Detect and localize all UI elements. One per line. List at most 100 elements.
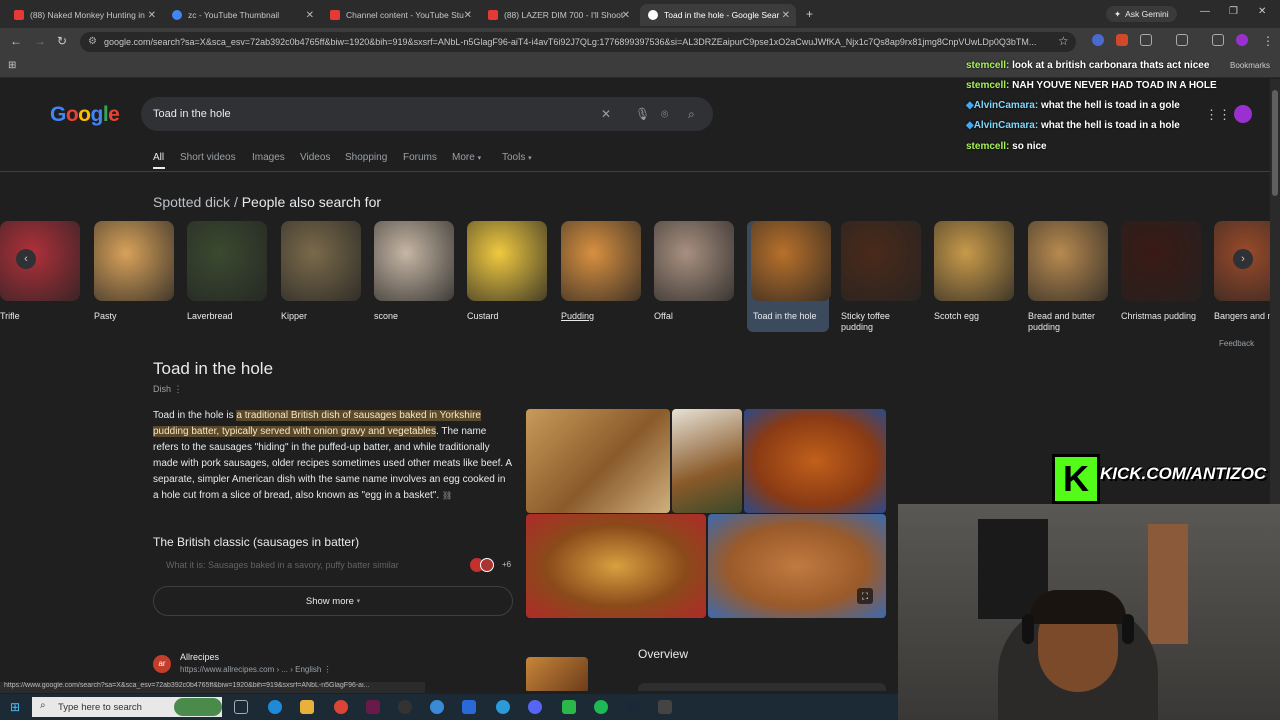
pasf-card[interactable]: Trifle xyxy=(0,221,82,322)
result-site-name[interactable]: Allrecipes xyxy=(180,652,219,662)
dish-image[interactable] xyxy=(744,409,886,513)
app-icon[interactable] xyxy=(562,700,576,714)
tab-shopping[interactable]: Shopping xyxy=(345,152,387,163)
pasf-card[interactable]: Bread and butter pudding xyxy=(1028,221,1110,333)
search-input[interactable]: Toad in the hole ✕ 🎙 ⌾ ⌕ xyxy=(141,97,713,131)
dish-image[interactable] xyxy=(526,409,670,513)
tab-short-videos[interactable]: Short videos xyxy=(180,152,236,163)
pasf-card[interactable]: Scotch egg xyxy=(934,221,1016,322)
tab-more[interactable]: More ▾ xyxy=(452,152,481,163)
close-icon[interactable]: ✕ xyxy=(464,10,472,21)
chat-username: stemcell: xyxy=(966,60,1010,71)
feedback-link[interactable]: Feedback xyxy=(1219,339,1254,348)
tab-images[interactable]: Images xyxy=(252,152,285,163)
ask-gemini-button[interactable]: ✦ Ask Gemini xyxy=(1106,6,1177,22)
app-icon[interactable] xyxy=(430,700,444,714)
account-avatar[interactable] xyxy=(1234,105,1252,123)
chrome-icon[interactable] xyxy=(334,700,348,714)
app-icon[interactable] xyxy=(496,700,510,714)
more-options-icon[interactable]: ⋮ xyxy=(324,665,332,674)
app-icon[interactable] xyxy=(462,700,476,714)
close-icon[interactable]: ✕ xyxy=(622,10,630,21)
pasf-card[interactable]: Sticky toffee pudding xyxy=(841,221,923,333)
bookmark-star-icon[interactable]: ☆ xyxy=(1058,34,1069,48)
file-explorer-icon[interactable] xyxy=(300,700,314,714)
pasf-card[interactable]: Pudding xyxy=(561,221,643,322)
downloads-icon[interactable] xyxy=(1212,34,1224,46)
back-icon[interactable]: ← xyxy=(10,34,22,48)
more-options-icon[interactable]: ⋮ xyxy=(174,384,183,394)
chrome-menu-icon[interactable]: ⋮ xyxy=(1262,34,1274,48)
pasf-card[interactable]: Toad in the hole xyxy=(747,221,831,332)
result-thumbnail[interactable] xyxy=(526,657,588,691)
pasf-card[interactable]: scone xyxy=(374,221,456,322)
chat-username: stemcell: xyxy=(966,141,1010,152)
expand-images-icon[interactable]: ⛶ xyxy=(857,588,873,604)
discord-icon[interactable] xyxy=(528,700,542,714)
tab-3[interactable]: (88) LAZER DIM 700 - I'll Shoot ✕ xyxy=(480,4,636,26)
pasf-card[interactable]: Custard xyxy=(467,221,549,322)
lens-icon[interactable]: ⌾ xyxy=(661,107,668,122)
link-icon[interactable]: ⛓ xyxy=(442,491,452,500)
tab-4-active[interactable]: Toad in the hole - Google Sear ✕ xyxy=(640,4,796,26)
pasf-card[interactable]: Laverbread xyxy=(187,221,269,322)
extension-icon[interactable] xyxy=(1116,34,1128,46)
pasf-card[interactable]: Christmas pudding xyxy=(1121,221,1203,322)
extensions-puzzle-icon[interactable] xyxy=(1140,34,1152,46)
tab-tools[interactable]: Tools ▾ xyxy=(502,152,532,163)
new-tab-icon[interactable]: + xyxy=(806,7,813,21)
chevron-left-icon[interactable]: ‹ xyxy=(16,249,36,269)
tab-all[interactable]: All xyxy=(153,152,164,163)
scrollbar-thumb[interactable] xyxy=(1272,90,1278,196)
maximize-icon[interactable]: ❐ xyxy=(1229,6,1238,17)
tab-forums[interactable]: Forums xyxy=(403,152,437,163)
pasf-card-label: Kipper xyxy=(281,311,308,321)
reading-mode-icon[interactable] xyxy=(1176,34,1188,46)
address-bar[interactable]: ⚙ google.com/search?sa=X&sca_esv=72ab392c… xyxy=(80,32,1076,52)
apps-grid-icon[interactable]: ⊞ xyxy=(8,60,16,71)
pasf-card[interactable]: Offal xyxy=(654,221,736,322)
reload-icon[interactable]: ↻ xyxy=(57,34,67,48)
close-icon[interactable]: ✕ xyxy=(306,10,314,21)
extension-icon[interactable] xyxy=(1092,34,1104,46)
all-bookmarks-link[interactable]: Bookmarks xyxy=(1230,61,1270,70)
pasf-card-label: Trifle xyxy=(0,311,20,321)
minimize-icon[interactable]: — xyxy=(1200,6,1210,17)
close-window-icon[interactable]: ✕ xyxy=(1258,6,1266,17)
close-icon[interactable]: ✕ xyxy=(148,10,156,21)
google-logo[interactable]: Google xyxy=(50,103,120,127)
tab-1[interactable]: zc - YouTube Thumbnail ✕ xyxy=(164,4,320,26)
tab-0[interactable]: (88) Naked Monkey Hunting in ✕ xyxy=(6,4,162,26)
show-more-button[interactable]: Show more ▾ xyxy=(153,586,513,616)
premiere-icon[interactable] xyxy=(366,700,380,714)
spotify-icon[interactable] xyxy=(594,700,608,714)
tab-videos[interactable]: Videos xyxy=(300,152,330,163)
pasf-card-image xyxy=(281,221,361,301)
windows-start-icon[interactable]: ⊞ xyxy=(10,700,20,714)
profile-avatar[interactable] xyxy=(1236,34,1248,46)
google-apps-icon[interactable]: ⋮⋮ xyxy=(1205,107,1231,123)
pasf-card-label: scone xyxy=(374,311,399,321)
weather-widget[interactable] xyxy=(174,698,222,716)
forward-icon[interactable]: → xyxy=(34,34,46,48)
search-icon[interactable]: ⌕ xyxy=(688,107,695,122)
pasf-card[interactable]: Pasty xyxy=(94,221,176,322)
microphone-icon[interactable]: 🎙 xyxy=(635,107,650,121)
pasf-card[interactable]: Kipper xyxy=(281,221,363,322)
dish-image[interactable] xyxy=(672,409,742,513)
tab-2[interactable]: Channel content - YouTube Stu ✕ xyxy=(322,4,478,26)
steam-icon[interactable] xyxy=(626,700,640,714)
app-icon[interactable] xyxy=(658,700,672,714)
close-icon[interactable]: ✕ xyxy=(782,10,790,21)
site-info-icon[interactable]: ⚙ xyxy=(88,36,97,47)
app-icon[interactable] xyxy=(398,700,412,714)
pasf-card[interactable]: Bangers and mash xyxy=(1214,221,1270,322)
ask-gemini-label: Ask Gemini xyxy=(1125,9,1169,19)
edge-icon[interactable] xyxy=(268,700,282,714)
dish-image[interactable] xyxy=(526,514,706,618)
task-view-icon[interactable] xyxy=(234,700,248,714)
clear-icon[interactable]: ✕ xyxy=(601,107,611,121)
search-icon: ⌕ xyxy=(40,700,46,711)
chevron-right-icon[interactable]: › xyxy=(1233,249,1253,269)
pasf-prefix[interactable]: Spotted dick / xyxy=(153,194,238,210)
